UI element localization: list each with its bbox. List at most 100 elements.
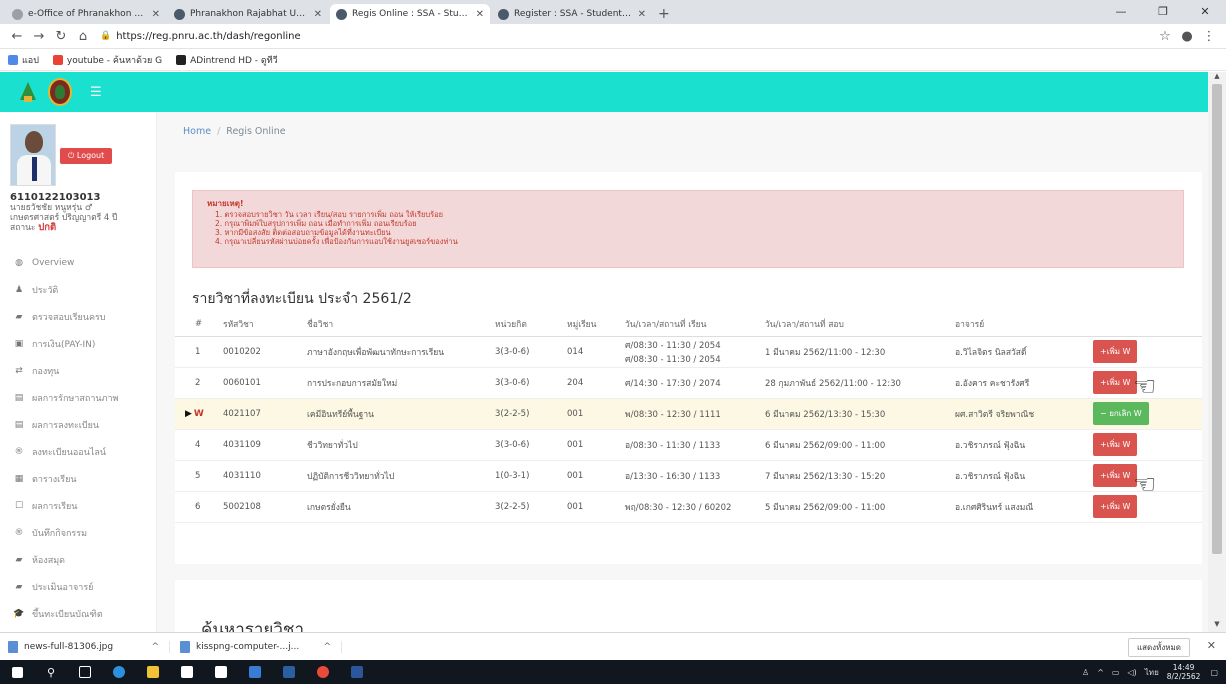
scroll-thumb[interactable] [1212, 84, 1222, 554]
browser-tab-active[interactable]: Regis Online : SSA - Student Sup✕ [330, 4, 490, 24]
add-withdraw-button[interactable]: +เพิ่ม W [1093, 464, 1138, 487]
reload-icon[interactable]: ↻ [50, 29, 72, 44]
search-icon[interactable]: ⚲ [34, 660, 68, 684]
windows-start-icon[interactable] [0, 660, 34, 684]
close-tab-icon[interactable]: ✕ [476, 9, 484, 20]
show-all-downloads-button[interactable]: แสดงทั้งหมด [1127, 638, 1190, 657]
scroll-down-icon[interactable]: ▼ [1208, 620, 1226, 632]
file-explorer-icon[interactable] [136, 660, 170, 684]
sidebar-item[interactable]: ® ลงทะเบียนออนไลน์ [0, 438, 156, 465]
back-icon[interactable]: ← [6, 29, 28, 44]
tray-chevron-icon[interactable]: ^ [1097, 668, 1104, 677]
edge-browser-icon[interactable] [102, 660, 136, 684]
logout-button[interactable]: ⏻ Logout [60, 148, 113, 164]
table-row: 4 4031109 ชีววิทยาทั่วไป 3(3-0-6) 001 อ/08:30… [175, 429, 1202, 461]
volume-icon[interactable]: ◁) [1127, 668, 1136, 677]
cell-exam: 6 มีนาคม 2562/09:00 - 11:00 [765, 429, 955, 461]
sidebar-item[interactable]: ▦ ตารางเรียน [0, 465, 156, 492]
close-tab-icon[interactable]: ✕ [314, 9, 322, 20]
clock[interactable]: 14:49 8/2/2562 [1167, 663, 1201, 681]
cell-code: 4031109 [223, 429, 307, 461]
cell-section: 001 [567, 429, 625, 461]
table-row: 6 5002108 เกษตรยั่งยืน 3(2-2-5) 001 พฤ/08:30 … [175, 491, 1202, 523]
study-schedule: อ/08:30 - 11:30 / 1133 [625, 429, 765, 461]
sidebar-item[interactable]: ☐ ผลการเรียน [0, 492, 156, 519]
scroll-up-icon[interactable]: ▲ [1208, 72, 1226, 84]
browser-tab[interactable]: Register : SSA - Student Support✕ [492, 4, 652, 24]
minimize-icon[interactable]: — [1100, 0, 1142, 24]
people-icon[interactable]: ♙ [1082, 668, 1089, 677]
sidebar-item[interactable]: 🎓 ขึ้นทะเบียนบัณฑิต [0, 600, 156, 627]
home-icon[interactable]: ⌂ [72, 29, 94, 44]
sidebar-item[interactable]: ® บันทึกกิจกรรม [0, 519, 156, 546]
study-schedule: อ/13:30 - 16:30 / 1133 [625, 460, 765, 492]
chevron-up-icon[interactable]: ^ [151, 642, 159, 652]
add-withdraw-button[interactable]: +เพิ่ม W [1093, 433, 1138, 456]
new-tab-button[interactable]: + [658, 4, 670, 24]
word-icon[interactable] [340, 660, 374, 684]
add-withdraw-button[interactable]: +เพิ่ม W [1093, 371, 1138, 394]
bookmark-adintrend[interactable]: ADintrend HD - ดูทีวี [176, 53, 278, 67]
cell-credit: 3(3-0-6) [495, 336, 567, 368]
cell-name: ชีววิทยาทั่วไป [307, 429, 495, 461]
account-icon[interactable]: ● [1176, 29, 1198, 44]
table-row: 2 0060101 การประกอบการสมัยใหม่ 3(3-0-6) 204 ศ… [175, 367, 1202, 399]
browser-tab[interactable]: e-Office of Phranakhon Rajabhat✕ [6, 4, 166, 24]
task-view-icon[interactable] [68, 660, 102, 684]
close-window-icon[interactable]: ✕ [1184, 0, 1226, 24]
sidebar-item[interactable]: ⇄ กองทุน [0, 357, 156, 384]
sidebar-item[interactable]: ♟ ประวัติ [0, 276, 156, 303]
window-controls: — ❐ ✕ [1100, 0, 1226, 24]
university-logo[interactable] [18, 80, 38, 104]
url-field[interactable]: 🔒 https://reg.pnru.ac.th/dash/regonline [100, 27, 1154, 46]
sidebar-item[interactable]: ▣ การเงิน(PAY-IN) [0, 330, 156, 357]
network-icon[interactable]: ▭ [1112, 668, 1120, 677]
mail-icon[interactable] [204, 660, 238, 684]
page-scrollbar[interactable]: ▲ ▼ [1208, 72, 1226, 632]
notice-line: 4. กรุณาเปลี่ยนรหัสผ่านบ่อยครั้ง เพื่อป้… [215, 237, 458, 246]
profile-block: ⏻ Logout [0, 112, 156, 192]
sidebar-item[interactable]: ▰ ประเมินอาจารย์ [0, 573, 156, 600]
withdraw-marker: W [193, 408, 204, 419]
cell-name: เกษตรยั่งยืน [307, 491, 495, 523]
main-content: Home / Regis Online หมายเหตุ! 1. ตรวจสอบรา… [157, 112, 1208, 632]
forward-icon[interactable]: → [28, 29, 50, 44]
store-icon[interactable] [170, 660, 204, 684]
sidebar-item[interactable]: ▤ ผลการลงทะเบียน [0, 411, 156, 438]
close-shelf-icon[interactable]: ✕ [1207, 639, 1216, 652]
add-withdraw-button[interactable]: +เพิ่ม W [1093, 340, 1138, 363]
sidebar-item[interactable]: ▰ ห้องสมุด [0, 546, 156, 573]
close-tab-icon[interactable]: ✕ [638, 9, 646, 20]
bookmark-star-icon[interactable]: ☆ [1154, 29, 1176, 44]
breadcrumb-home[interactable]: Home [183, 126, 211, 137]
download-shelf: news-full-81306.jpg ^ kisspng-computer-..… [0, 632, 1226, 660]
browser-tab[interactable]: Phranakhon Rajabhat University✕ [168, 4, 328, 24]
evaluate-icon: ▰ [15, 581, 23, 592]
photoshop-icon[interactable] [272, 660, 306, 684]
bookmark-youtube[interactable]: youtube - ค้นหาด้วย G [52, 53, 162, 67]
sidebar-item[interactable]: ◍ Overview [0, 249, 156, 276]
adintrend-icon [176, 54, 187, 65]
hamburger-menu-icon[interactable]: ☰ [90, 85, 102, 100]
notice-title: หมายเหตุ! [207, 199, 244, 208]
download-item[interactable]: kisspng-computer-...j... ^ [180, 640, 342, 653]
apps-grid-icon [8, 54, 18, 65]
chrome-icon[interactable] [306, 660, 340, 684]
sidebar-item[interactable]: ▤ ผลการรักษาสถานภาพ [0, 384, 156, 411]
sidebar-item[interactable]: ▰ ตรวจสอบเรียนครบ [0, 303, 156, 330]
notification-icon[interactable]: ▢ [1210, 668, 1218, 677]
add-withdraw-button[interactable]: +เพิ่ม W [1093, 495, 1138, 518]
cell-credit: 1(0-3-1) [495, 460, 567, 492]
input-language[interactable]: ไทย [1145, 666, 1159, 679]
maximize-icon[interactable]: ❐ [1142, 0, 1184, 24]
sidebar-item-label: Overview [32, 257, 75, 268]
chevron-up-icon[interactable]: ^ [323, 642, 331, 652]
app-icon[interactable] [238, 660, 272, 684]
close-tab-icon[interactable]: ✕ [152, 9, 160, 20]
cell-name: การประกอบการสมัยใหม่ [307, 367, 495, 399]
bookmark-apps[interactable]: แอป [8, 53, 39, 67]
download-item[interactable]: news-full-81306.jpg ^ [8, 640, 170, 653]
menu-icon[interactable]: ⋮ [1198, 29, 1220, 44]
sidebar-item-label: ผลการรักษาสถานภาพ [32, 393, 119, 404]
cancel-withdraw-button[interactable]: − ยกเลิก W [1093, 402, 1149, 425]
